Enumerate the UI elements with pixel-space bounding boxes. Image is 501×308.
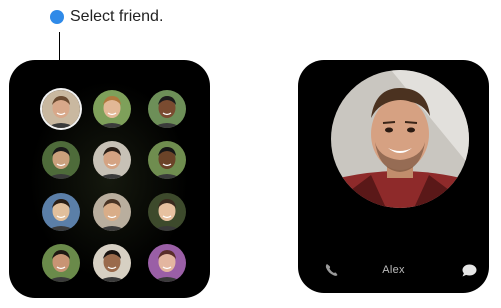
friend-avatar[interactable] <box>148 193 186 231</box>
callout-dot <box>50 10 64 24</box>
contact-name: Alex <box>382 264 405 276</box>
friend-avatar[interactable] <box>148 90 186 128</box>
friend-avatar[interactable] <box>42 244 80 282</box>
friend-avatar[interactable] <box>93 244 131 282</box>
friend-avatar[interactable] <box>148 141 186 179</box>
callout-text: Select friend. <box>70 8 164 25</box>
friend-avatar[interactable] <box>42 90 80 128</box>
friend-avatar[interactable] <box>148 244 186 282</box>
contact-photo[interactable] <box>331 70 469 208</box>
message-icon[interactable] <box>462 264 477 277</box>
friend-avatar[interactable] <box>42 141 80 179</box>
friend-avatar[interactable] <box>42 193 80 231</box>
watch-friends-screen <box>9 60 210 298</box>
contact-action-bar: Alex <box>298 260 489 284</box>
friend-avatar[interactable] <box>93 141 131 179</box>
watch-contact-screen: Alex <box>298 60 489 293</box>
instruction-callout: Select friend. <box>50 8 163 26</box>
friend-avatar[interactable] <box>93 193 131 231</box>
friend-avatar[interactable] <box>93 90 131 128</box>
contact-photo-image <box>331 70 469 208</box>
